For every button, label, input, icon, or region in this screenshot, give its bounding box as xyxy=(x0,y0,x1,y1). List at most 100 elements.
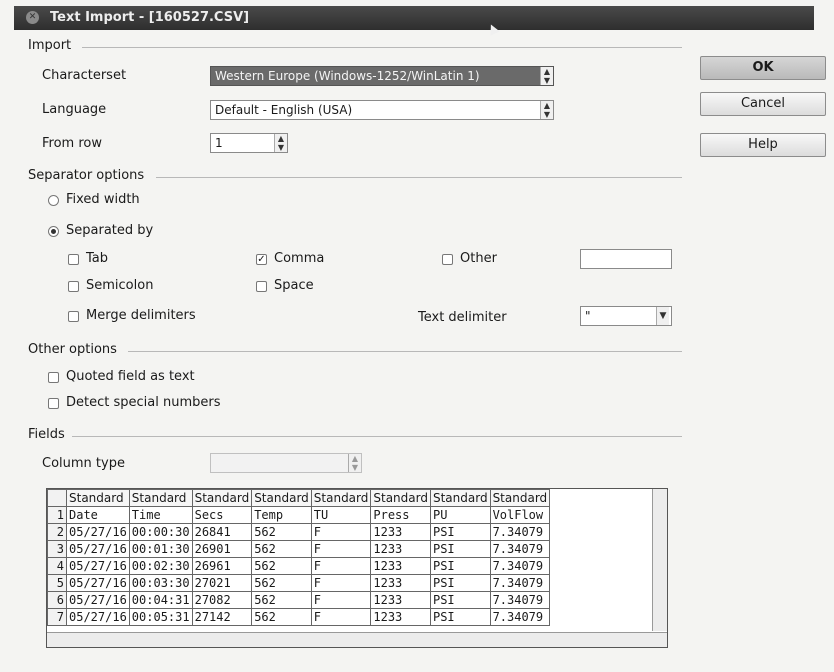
row-number: 7 xyxy=(47,608,67,626)
table-cell: F xyxy=(310,557,372,575)
other-label: Other xyxy=(460,251,497,266)
table-cell: Temp xyxy=(251,506,312,524)
cancel-button[interactable]: Cancel xyxy=(700,92,826,116)
vertical-scrollbar[interactable] xyxy=(652,489,667,631)
table-cell: 05/27/16 xyxy=(66,608,130,626)
separator-section-label: Separator options xyxy=(28,168,145,183)
import-divider xyxy=(82,47,682,48)
row-number: 3 xyxy=(47,540,67,558)
column-header[interactable]: Standard xyxy=(429,489,491,507)
comma-checkbox[interactable]: ✓ xyxy=(256,254,267,265)
characterset-label: Characterset xyxy=(42,68,127,83)
table-cell: PSI xyxy=(429,557,491,575)
row-number: 6 xyxy=(47,591,67,609)
table-cell: F xyxy=(310,523,372,541)
chevron-down-icon[interactable]: ▼ xyxy=(656,307,669,325)
language-value: Default - English (USA) xyxy=(215,103,353,117)
characterset-spin-icon[interactable]: ▲ ▼ xyxy=(540,67,553,85)
column-type-select[interactable] xyxy=(210,453,362,473)
close-icon[interactable]: ✕ xyxy=(26,11,39,24)
table-cell: Secs xyxy=(191,506,253,524)
separated-by-label: Separated by xyxy=(66,223,154,238)
quoted-field-checkbox[interactable] xyxy=(48,372,59,383)
table-cell: F xyxy=(310,574,372,592)
from-row-label: From row xyxy=(42,136,102,151)
other-checkbox[interactable] xyxy=(442,254,453,265)
fixed-width-radio[interactable] xyxy=(48,195,59,206)
table-cell: F xyxy=(310,608,372,626)
table-cell: 00:00:30 xyxy=(128,523,193,541)
corner-cell xyxy=(47,489,67,507)
merge-delimiters-checkbox[interactable] xyxy=(68,311,79,322)
table-cell: F xyxy=(310,540,372,558)
table-cell: 1233 xyxy=(370,608,431,626)
column-header[interactable]: Standard xyxy=(191,489,253,507)
column-header[interactable]: Standard xyxy=(370,489,431,507)
table-cell: 05/27/16 xyxy=(66,540,130,558)
from-row-spin-icon[interactable]: ▲ ▼ xyxy=(274,134,287,152)
table-cell: 7.34079 xyxy=(489,608,551,626)
row-number: 5 xyxy=(47,574,67,592)
language-select[interactable]: Default - English (USA) xyxy=(210,100,554,120)
separator-divider xyxy=(156,177,682,178)
column-header[interactable]: Standard xyxy=(128,489,193,507)
horizontal-scrollbar[interactable] xyxy=(47,632,667,647)
from-row-value: 1 xyxy=(215,136,223,150)
table-row: 3 05/27/16 00:01:30 26901 562 F 1233 PSI 7.34079 xyxy=(47,540,551,558)
table-cell: 05/27/16 xyxy=(66,591,130,609)
table-cell: 26841 xyxy=(191,523,253,541)
other-input[interactable] xyxy=(580,249,672,269)
detect-special-numbers-label: Detect special numbers xyxy=(66,395,221,410)
quoted-field-label: Quoted field as text xyxy=(66,369,195,384)
semicolon-label: Semicolon xyxy=(86,278,154,293)
column-header[interactable]: Standard xyxy=(489,489,551,507)
table-row: 6 05/27/16 00:04:31 27082 562 F 1233 PSI 7.34079 xyxy=(47,591,551,609)
table-cell: PSI xyxy=(429,608,491,626)
column-header[interactable]: Standard xyxy=(310,489,372,507)
tab-checkbox[interactable] xyxy=(68,254,79,265)
window-title: Text Import - [160527.CSV] xyxy=(50,10,250,25)
table-cell: 26961 xyxy=(191,557,253,575)
detect-special-numbers-checkbox[interactable] xyxy=(48,398,59,409)
table-cell: 7.34079 xyxy=(489,540,551,558)
table-cell: 26901 xyxy=(191,540,253,558)
table-cell: Press xyxy=(370,506,431,524)
table-cell: 1233 xyxy=(370,557,431,575)
table-cell: 562 xyxy=(251,557,312,575)
table-cell: 05/27/16 xyxy=(66,574,130,592)
space-checkbox[interactable] xyxy=(256,281,267,292)
table-cell: TU xyxy=(310,506,372,524)
table-cell: 00:01:30 xyxy=(128,540,193,558)
column-header[interactable]: Standard xyxy=(251,489,312,507)
table-cell: 7.34079 xyxy=(489,574,551,592)
table-cell: Time xyxy=(128,506,193,524)
table-cell: 1233 xyxy=(370,591,431,609)
title-bar: ✕ Text Import - [160527.CSV] xyxy=(14,6,814,30)
fields-section-label: Fields xyxy=(28,427,65,442)
column-type-spin-icon[interactable]: ▲ ▼ xyxy=(348,454,361,472)
language-spin-icon[interactable]: ▲ ▼ xyxy=(540,101,553,119)
table-cell: 00:03:30 xyxy=(128,574,193,592)
table-cell: 1233 xyxy=(370,574,431,592)
table-cell: 27082 xyxy=(191,591,253,609)
characterset-value: Western Europe (Windows-1252/WinLatin 1) xyxy=(215,69,480,83)
table-cell: 1233 xyxy=(370,523,431,541)
table-row: 1 Date Time Secs Temp TU Press PU VolFlow xyxy=(47,506,551,524)
table-cell: 05/27/16 xyxy=(66,523,130,541)
table-cell: 7.34079 xyxy=(489,523,551,541)
column-header[interactable]: Standard xyxy=(66,489,130,507)
column-type-label: Column type xyxy=(42,456,125,471)
characterset-select[interactable]: Western Europe (Windows-1252/WinLatin 1) xyxy=(210,66,554,86)
help-button[interactable]: Help xyxy=(700,133,826,157)
comma-label: Comma xyxy=(274,251,325,266)
table-cell: F xyxy=(310,591,372,609)
ok-button[interactable]: OK xyxy=(700,56,826,80)
row-number: 1 xyxy=(47,506,67,524)
table-cell: 27021 xyxy=(191,574,253,592)
separated-by-radio[interactable] xyxy=(48,226,59,237)
fields-divider xyxy=(72,436,682,437)
import-section-label: Import xyxy=(28,38,72,53)
text-delimiter-label: Text delimiter xyxy=(418,310,507,325)
semicolon-checkbox[interactable] xyxy=(68,281,79,292)
fields-preview-grid[interactable]: Standard Standard Standard Standard Stan… xyxy=(46,488,668,648)
